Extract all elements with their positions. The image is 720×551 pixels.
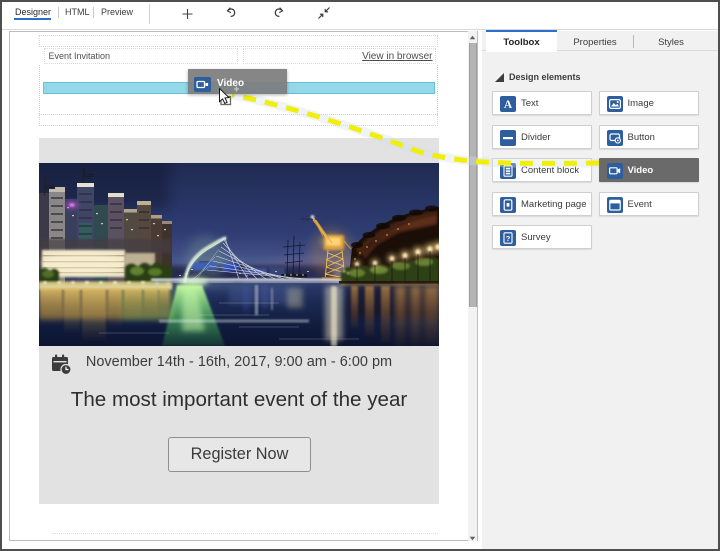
svg-text:?: ? (506, 234, 511, 243)
svg-text:A: A (504, 99, 513, 111)
